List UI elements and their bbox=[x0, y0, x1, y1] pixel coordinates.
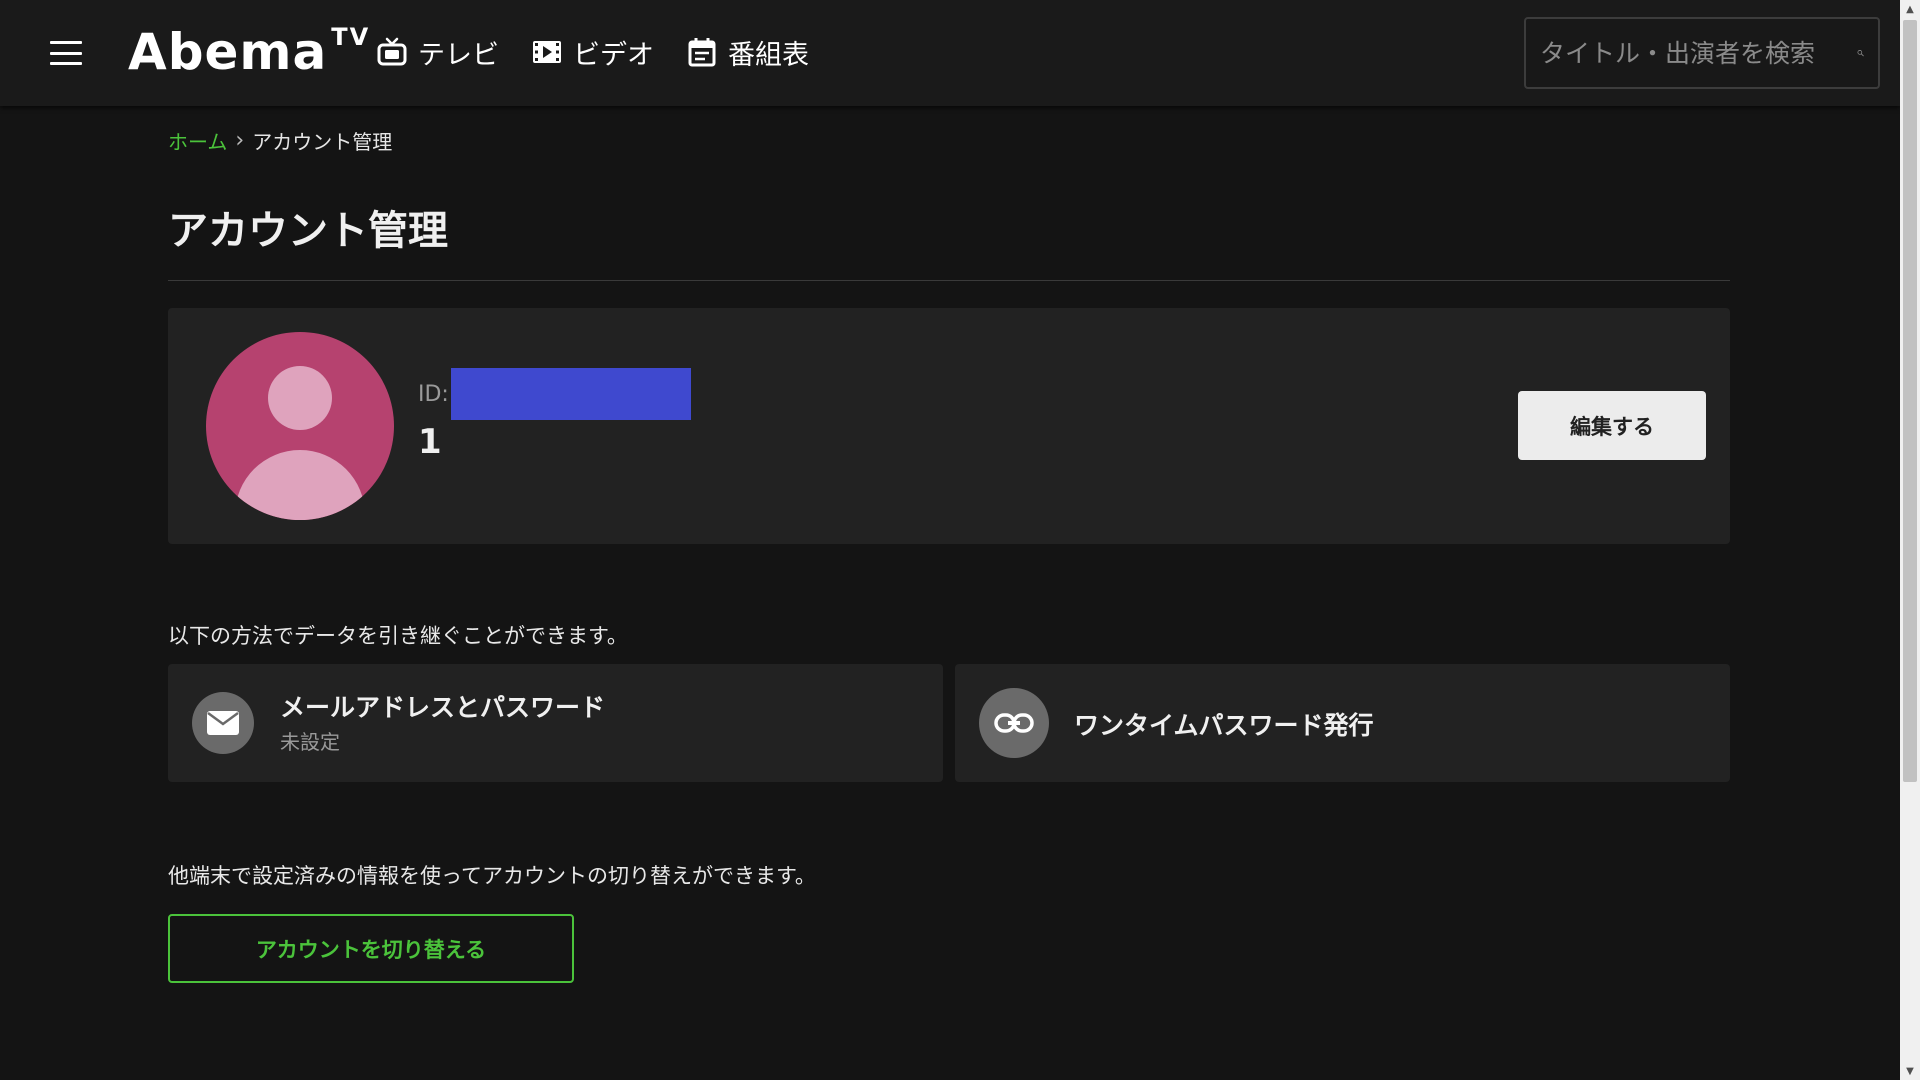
menu-icon[interactable] bbox=[50, 41, 82, 65]
profile-card: ID: 1 編集する bbox=[168, 308, 1730, 544]
user-id-row: ID: bbox=[418, 368, 691, 420]
nav-video-label: ビデオ bbox=[573, 39, 654, 71]
email-password-title: メールアドレスとパスワード bbox=[280, 693, 606, 722]
one-time-password-option[interactable]: ワンタイムパスワード発行 bbox=[955, 664, 1730, 782]
page-title: アカウント管理 bbox=[168, 208, 448, 254]
page-scrollbar[interactable]: ▲ ▼ bbox=[1900, 0, 1920, 1080]
transfer-description: 以下の方法でデータを引き継ぐことができます。 bbox=[168, 624, 628, 648]
avatar-head-shape bbox=[268, 366, 332, 430]
search-input[interactable] bbox=[1540, 38, 1857, 68]
logo-tv-text: TV bbox=[331, 23, 371, 51]
link-icon bbox=[979, 688, 1049, 758]
nav-tv-label: テレビ bbox=[418, 39, 499, 71]
title-divider bbox=[168, 280, 1730, 281]
avatar-body-shape bbox=[235, 450, 365, 520]
scroll-up-arrow-icon[interactable]: ▲ bbox=[1900, 0, 1920, 18]
nav-tv[interactable]: テレビ bbox=[376, 30, 499, 74]
breadcrumb-home-link[interactable]: ホーム bbox=[168, 126, 227, 155]
breadcrumb: ホーム › アカウント管理 bbox=[168, 126, 392, 155]
film-icon bbox=[533, 41, 561, 63]
scroll-down-arrow-icon[interactable]: ▼ bbox=[1900, 1062, 1920, 1080]
nav-schedule-label: 番組表 bbox=[728, 39, 809, 71]
edit-profile-button[interactable]: 編集する bbox=[1518, 391, 1706, 460]
user-name: 1 bbox=[418, 422, 442, 462]
switch-description: 他端末で設定済みの情報を使ってアカウントの切り替えができます。 bbox=[168, 864, 816, 888]
calendar-icon bbox=[688, 38, 716, 67]
breadcrumb-separator-icon: › bbox=[235, 128, 245, 153]
tv-icon bbox=[377, 37, 407, 66]
email-password-option[interactable]: メールアドレスとパスワード 未設定 bbox=[168, 664, 943, 782]
nav-schedule[interactable]: 番組表 bbox=[686, 30, 809, 74]
switch-account-button[interactable]: アカウントを切り替える bbox=[168, 914, 574, 983]
logo-main-text: Abema bbox=[128, 23, 328, 81]
avatar bbox=[206, 332, 394, 520]
one-time-password-title: ワンタイムパスワード発行 bbox=[1074, 711, 1374, 740]
nav-video[interactable]: ビデオ bbox=[531, 30, 654, 74]
breadcrumb-current: アカウント管理 bbox=[252, 130, 393, 154]
abema-tv-logo[interactable]: Abema TV bbox=[128, 22, 370, 82]
user-id-redacted-value bbox=[450, 368, 691, 420]
top-header: Abema TV テレビ ビデオ 番組表 タイトル・出演者を検索 bbox=[0, 0, 1900, 106]
search-box bbox=[1524, 17, 1880, 89]
mail-icon bbox=[192, 692, 254, 754]
main-nav: テレビ ビデオ 番組表 bbox=[376, 30, 809, 74]
scrollbar-thumb[interactable] bbox=[1903, 20, 1917, 782]
email-password-status: 未設定 bbox=[280, 730, 340, 754]
user-id-label: ID: bbox=[418, 381, 449, 407]
search-icon[interactable] bbox=[1857, 37, 1864, 69]
